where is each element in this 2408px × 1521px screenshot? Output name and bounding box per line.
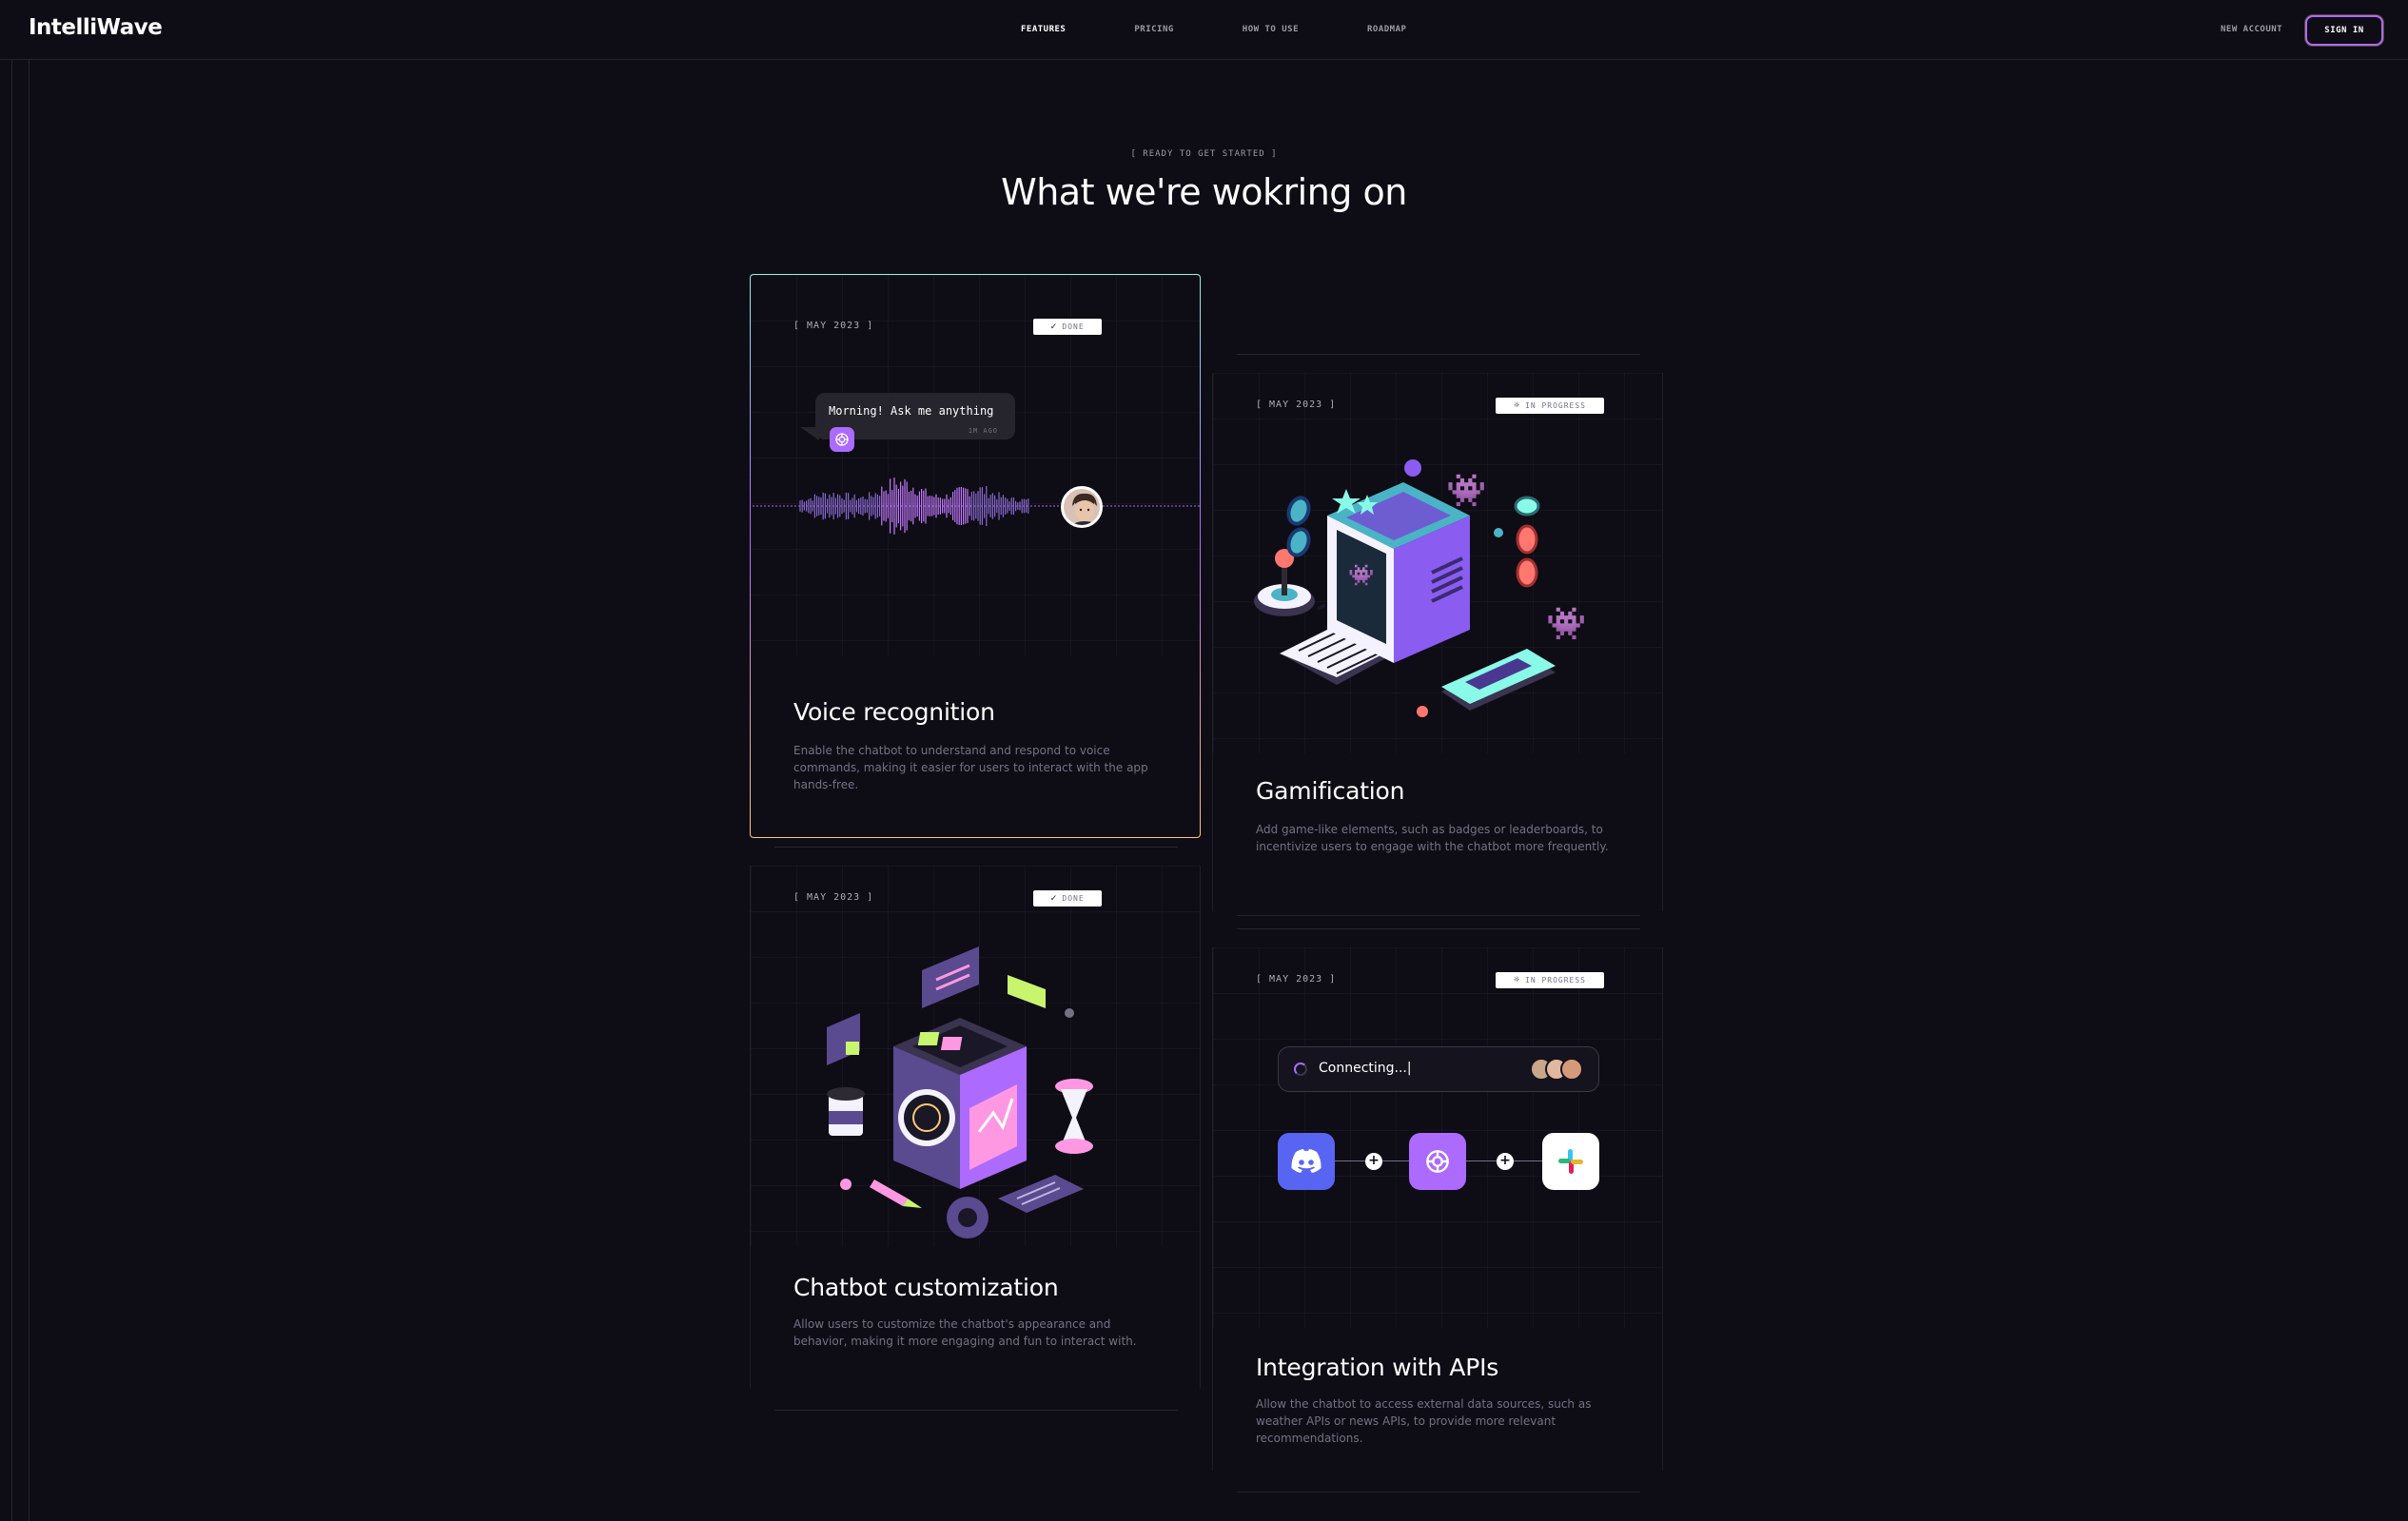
nav-item-pricing[interactable]: PRICING <box>1134 25 1173 34</box>
card-description: Add game-like elements, such as badges o… <box>1256 823 1609 853</box>
card-date: [ MAY 2023 ] <box>793 892 874 903</box>
card-title: Chatbot customization <box>793 1274 1059 1301</box>
card-date: [ MAY 2023 ] <box>793 321 874 331</box>
check-icon: ✓ <box>1050 893 1058 904</box>
chat-bubble-text: Morning! Ask me anything <box>829 404 994 418</box>
plus-icon: + <box>1365 1153 1382 1170</box>
status-badge: ✓ DONE <box>1033 319 1102 335</box>
card-title: Gamification <box>1256 777 1405 805</box>
roadmap-card-voice-recognition: [ MAY 2023 ] ✓ DONE Morning! Ask me anyt… <box>750 274 1201 838</box>
brand-logo[interactable]: IntelliWave <box>29 15 163 40</box>
brainwave-app-icon <box>1409 1133 1466 1190</box>
card-divider <box>1237 928 1640 929</box>
check-icon: ✓ <box>1050 322 1058 332</box>
card-date: [ MAY 2023 ] <box>1256 974 1337 985</box>
status-label: IN PROGRESS <box>1525 401 1586 410</box>
nav-item-how-to-use[interactable]: HOW TO USE <box>1243 25 1299 34</box>
sign-in-button[interactable]: SIGN IN <box>2305 15 2383 46</box>
customization-illustration <box>827 946 1093 1238</box>
loading-icon: ☼ <box>1513 400 1521 411</box>
status-badge: ☼ IN PROGRESS <box>1496 398 1604 414</box>
card-date: [ MAY 2023 ] <box>1256 400 1337 410</box>
card-divider <box>774 1410 1178 1411</box>
svg-text:👾: 👾 <box>1446 472 1486 510</box>
card-description: Allow the chatbot to access external dat… <box>1256 1397 1592 1445</box>
slack-icon <box>1542 1133 1599 1190</box>
chat-bubble-time: 1M AGO <box>968 427 998 435</box>
status-label: DONE <box>1062 322 1085 331</box>
status-badge: ☼ IN PROGRESS <box>1496 972 1604 988</box>
card-description: Enable the chatbot to understand and res… <box>793 744 1148 791</box>
roadmap-card-chatbot-customization: [ MAY 2023 ] ✓ DONE Chatbot customizatio… <box>750 866 1201 1389</box>
avatar <box>1560 1058 1583 1081</box>
card-title: Voice recognition <box>793 698 995 726</box>
main-nav: FEATURES PRICING HOW TO USE ROADMAP <box>1021 25 1475 34</box>
roadmap-card-gamification: [ MAY 2023 ] ☼ IN PROGRESS 👾 👾 👾 Gamific… <box>1212 373 1663 911</box>
svg-text:👾: 👾 <box>1348 564 1374 588</box>
voice-waveform <box>753 478 1200 535</box>
card-divider <box>1237 915 1640 916</box>
chat-bubble-tail <box>800 427 819 440</box>
site-header: IntelliWave FEATURES PRICING HOW TO USE … <box>0 0 2408 60</box>
nav-item-roadmap[interactable]: ROADMAP <box>1367 25 1406 34</box>
new-account-link[interactable]: NEW ACCOUNT <box>2221 25 2282 34</box>
status-label: IN PROGRESS <box>1525 976 1586 985</box>
svg-text:👾: 👾 <box>1546 605 1586 643</box>
assistant-avatar <box>830 427 854 452</box>
card-divider <box>774 847 1178 848</box>
status-label: DONE <box>1062 894 1085 903</box>
gamification-illustration: 👾 👾 👾 <box>1254 459 1586 717</box>
loading-icon: ☼ <box>1513 975 1521 985</box>
plus-icon: + <box>1497 1153 1514 1170</box>
user-avatar <box>1061 486 1103 528</box>
card-title: Integration with APIs <box>1256 1354 1499 1381</box>
section-eyebrow: [ READY TO GET STARTED ] <box>1130 149 1278 159</box>
card-divider <box>1237 354 1640 355</box>
card-description: Allow users to customize the chatbot's a… <box>793 1317 1137 1348</box>
roadmap-card-integration-apis: [ MAY 2023 ] ☼ IN PROGRESS Connecting...… <box>1212 947 1663 1471</box>
section-title: What we're wokring on <box>1001 171 1407 213</box>
nav-item-features[interactable]: FEATURES <box>1021 25 1066 34</box>
connecting-text: Connecting...| <box>1319 1061 1412 1076</box>
status-badge: ✓ DONE <box>1033 890 1102 907</box>
connecting-bar: Connecting...| <box>1278 1046 1599 1092</box>
spinner-icon <box>1294 1063 1307 1076</box>
brainwave-icon <box>835 433 849 446</box>
left-rail-line <box>11 59 12 1521</box>
discord-icon <box>1278 1133 1335 1190</box>
avatar-group <box>1530 1058 1587 1081</box>
